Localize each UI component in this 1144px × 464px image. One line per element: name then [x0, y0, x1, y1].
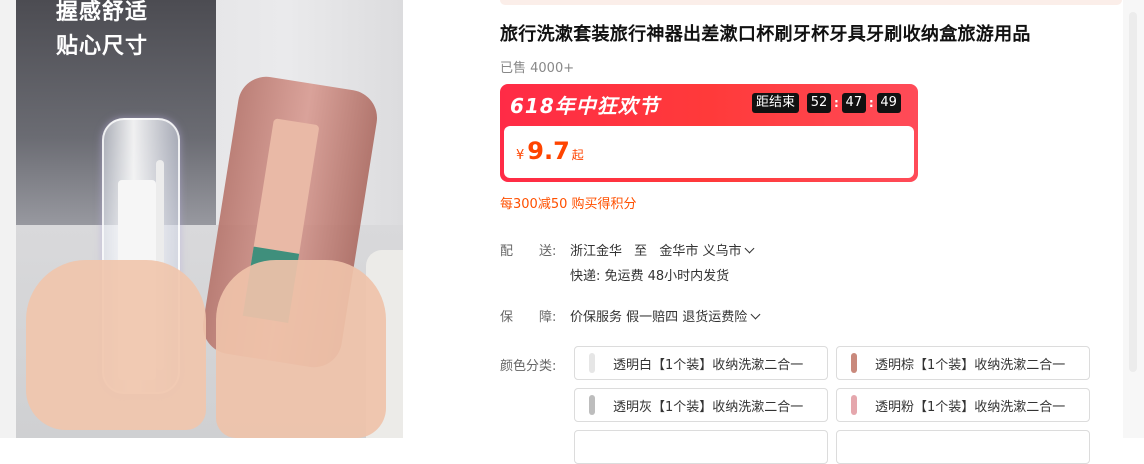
countdown-separator: :: [834, 96, 839, 110]
option-thumbnail: [579, 350, 605, 376]
countdown-hours: 52: [807, 93, 832, 113]
delivery-label: 配 送:: [500, 244, 557, 259]
option-thumbnail: [579, 392, 605, 418]
scrollbar[interactable]: [1129, 12, 1137, 372]
guarantee-label: 保 障:: [500, 310, 557, 325]
sold-count: 已售 4000+: [500, 61, 575, 76]
color-option[interactable]: [574, 430, 828, 464]
color-label: 颜色分类:: [500, 359, 557, 374]
option-label: 透明粉【1个装】收纳洗漱二合一: [875, 399, 1066, 415]
promo-banner: 618年中狂欢节 距结束 52 : 47 : 49 ¥ 9.7 起: [500, 84, 918, 182]
price-suffix: 起: [571, 148, 584, 162]
option-thumbnail: [841, 350, 867, 376]
price: ¥ 9.7 起: [516, 137, 584, 165]
color-option[interactable]: 透明粉【1个装】收纳洗漱二合一: [836, 388, 1090, 422]
product-title: 旅行洗漱套装旅行神器出差漱口杯刷牙杯牙具牙刷收纳盒旅游用品: [500, 24, 1031, 45]
option-label: 透明白【1个装】收纳洗漱二合一: [613, 357, 804, 373]
promo-name: 618年中狂欢节: [510, 94, 660, 118]
countdown-separator: :: [868, 96, 874, 110]
price-value: 9.7: [527, 137, 570, 165]
color-option[interactable]: [836, 430, 1090, 464]
delivery-origin: 浙江金华: [570, 244, 623, 259]
color-option[interactable]: 透明白【1个装】收纳洗漱二合一: [574, 346, 828, 380]
delivery-route: 浙江金华 至 金华市 义乌市: [570, 240, 755, 259]
option-swatch: [589, 353, 595, 373]
right-scroll-area: [1123, 0, 1144, 438]
option-swatch: [851, 395, 857, 415]
top-banner-edge: [500, 0, 1122, 5]
chevron-down-icon: [750, 309, 761, 320]
option-swatch: [851, 353, 857, 373]
countdown-seconds: 49: [876, 93, 901, 113]
image-left-hand: [26, 260, 206, 430]
chevron-down-icon: [745, 243, 755, 254]
delivery-destination: 金华市 义乌市: [659, 244, 742, 259]
color-option[interactable]: 透明灰【1个装】收纳洗漱二合一: [574, 388, 828, 422]
guarantee-dropdown[interactable]: 价保服务 假一赔四 退货运费险: [570, 306, 761, 325]
image-slogan-line: 握感舒适: [56, 0, 149, 25]
countdown-minutes: 47: [841, 93, 866, 113]
countdown-label: 距结束: [752, 93, 800, 113]
color-option[interactable]: 透明棕【1个装】收纳洗漱二合一: [836, 346, 1090, 380]
option-label: 透明棕【1个装】收纳洗漱二合一: [875, 357, 1066, 373]
option-thumbnail: [841, 392, 867, 418]
delivery-to-word: 至: [634, 244, 648, 259]
product-main-image[interactable]: 握感舒适 贴心尺寸: [16, 0, 403, 438]
shipping-info: 快递: 免运费 48小时内发货: [570, 269, 730, 284]
guarantee-value: 价保服务 假一赔四 退货运费险: [570, 310, 748, 325]
delivery-destination-select[interactable]: 金华市 义乌市: [659, 243, 755, 259]
countdown-timer: 距结束 52 : 47 : 49: [752, 93, 901, 113]
option-label: 透明灰【1个装】收纳洗漱二合一: [613, 399, 804, 415]
image-slogan-line: 贴心尺寸: [56, 34, 149, 59]
coupon-link[interactable]: 每300减50 购买得积分: [500, 193, 637, 212]
image-slogan: 握感舒适 贴心尺寸: [56, 0, 148, 64]
image-right-hand: [216, 260, 386, 438]
left-page-margin: [0, 0, 16, 438]
price-currency: ¥: [516, 148, 525, 163]
product-detail-panel: 旅行洗漱套装旅行神器出差漱口杯刷牙杯牙具牙刷收纳盒旅游用品 已售 4000+ 6…: [500, 0, 1122, 464]
price-box: ¥ 9.7 起: [504, 126, 914, 178]
option-swatch: [589, 395, 595, 415]
